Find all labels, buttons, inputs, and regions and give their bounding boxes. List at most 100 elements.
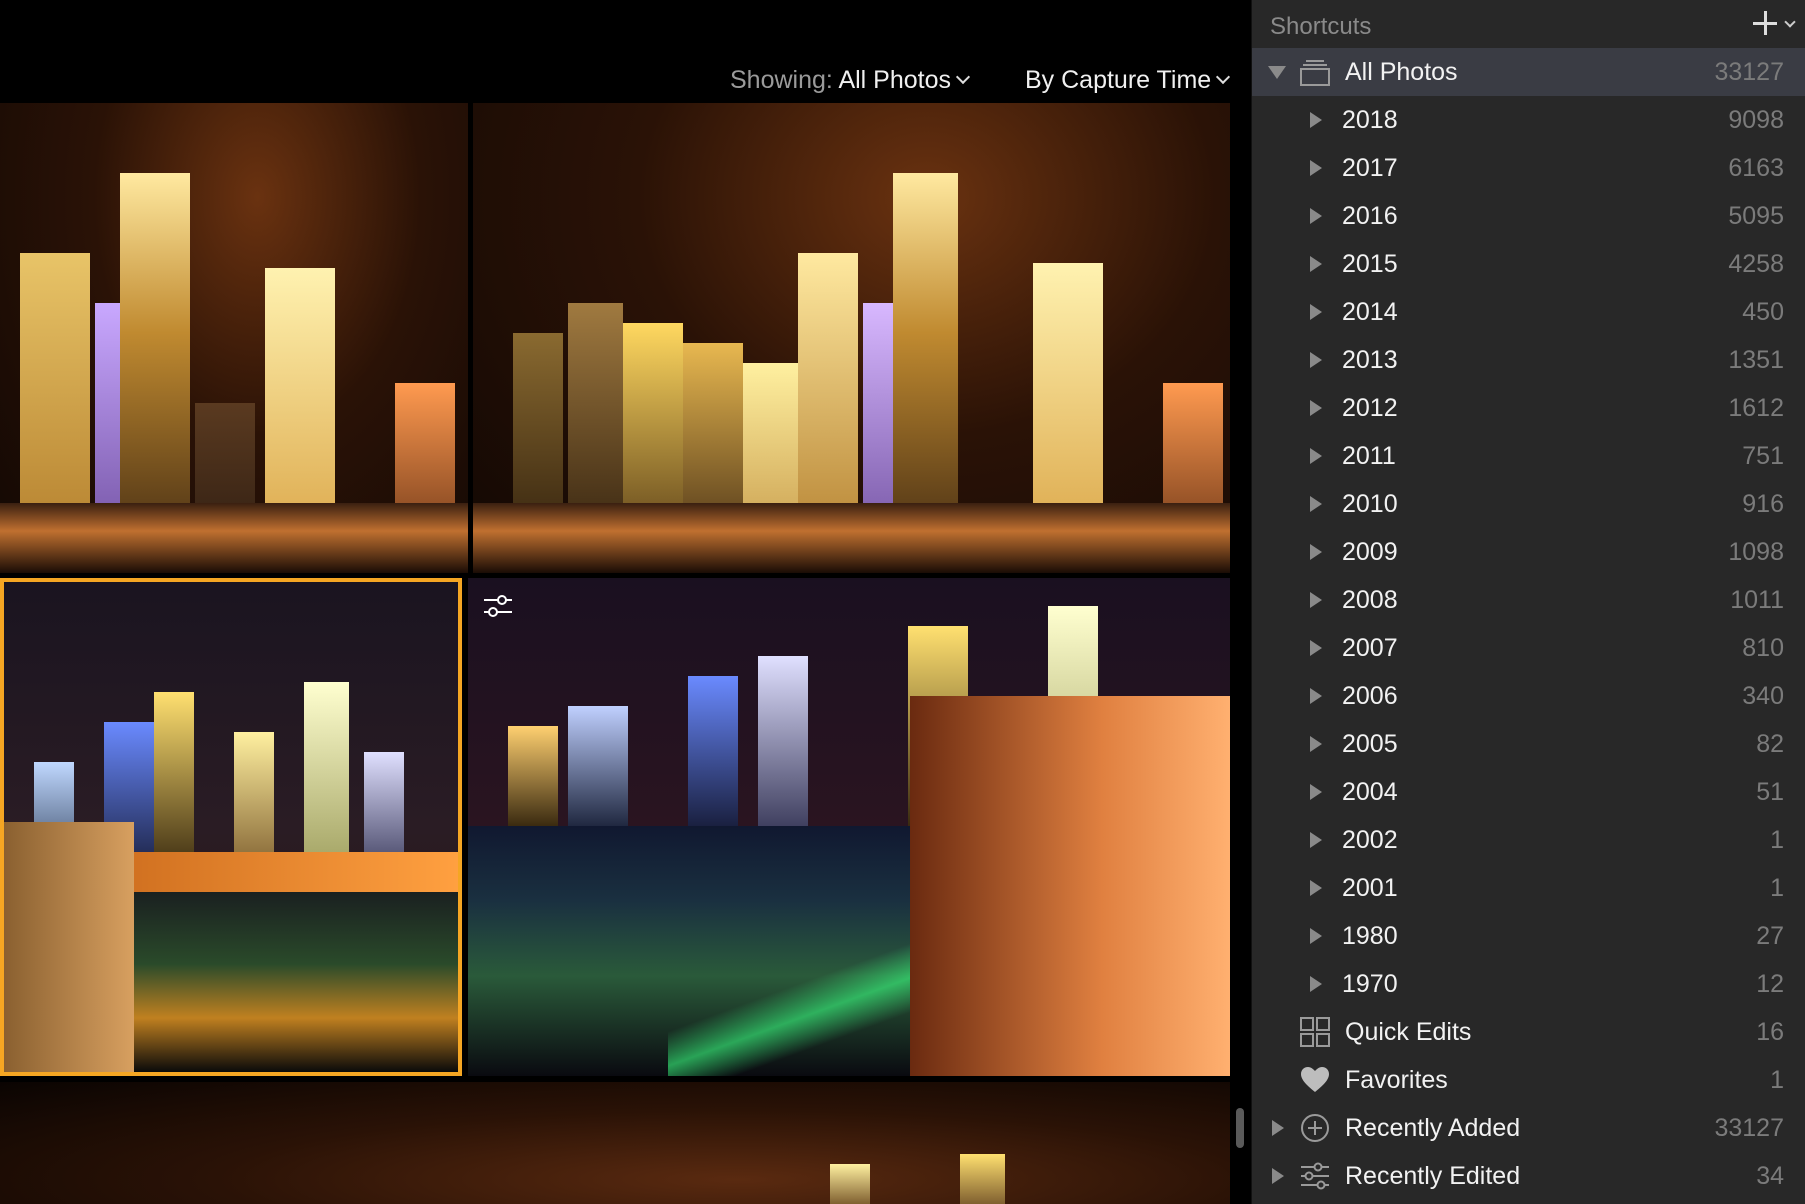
sidebar-item-label: 2017 xyxy=(1342,154,1398,182)
sidebar-item-label: 2005 xyxy=(1342,730,1398,758)
sidebar-item-count: 82 xyxy=(1756,730,1784,758)
sidebar-item-count: 1011 xyxy=(1730,586,1784,614)
sidebar-item-year[interactable]: 2010 916 xyxy=(1252,480,1805,528)
sidebar-item-count: 4258 xyxy=(1728,250,1784,278)
disclosure-triangle-icon[interactable] xyxy=(1310,400,1322,416)
sidebar-item-count: 16 xyxy=(1756,1018,1784,1046)
sidebar-item-count: 5095 xyxy=(1728,202,1784,230)
disclosure-triangle-icon[interactable] xyxy=(1272,1120,1284,1136)
sidebar-item-year[interactable]: 2011 751 xyxy=(1252,432,1805,480)
edited-sliders-icon xyxy=(482,592,514,620)
sidebar-item-year[interactable]: 2008 1011 xyxy=(1252,576,1805,624)
sidebar-item-count: 1351 xyxy=(1728,346,1784,374)
disclosure-triangle-icon[interactable] xyxy=(1310,976,1322,992)
sidebar-item-year[interactable]: 2018 9098 xyxy=(1252,96,1805,144)
disclosure-triangle-icon[interactable] xyxy=(1310,208,1322,224)
sidebar-item-label: 2001 xyxy=(1342,874,1398,902)
disclosure-triangle-icon[interactable] xyxy=(1310,304,1322,320)
sidebar-item-count: 6163 xyxy=(1728,154,1784,182)
disclosure-triangle-icon[interactable] xyxy=(1310,160,1322,176)
sidebar-item-year[interactable]: 2009 1098 xyxy=(1252,528,1805,576)
sidebar-item-year[interactable]: 2016 5095 xyxy=(1252,192,1805,240)
heart-icon xyxy=(1300,1065,1330,1095)
sidebar-item-year[interactable]: 2002 1 xyxy=(1252,816,1805,864)
sliders-icon xyxy=(1300,1161,1330,1191)
chevron-down-icon[interactable] xyxy=(1784,16,1796,28)
sidebar-item-label: Recently Added xyxy=(1345,1114,1521,1142)
sidebar-title: Shortcuts xyxy=(1270,13,1372,40)
sidebar-item-count: 1612 xyxy=(1728,394,1784,422)
disclosure-triangle-icon[interactable] xyxy=(1310,784,1322,800)
sidebar-item-label: Favorites xyxy=(1345,1066,1448,1094)
sidebar-item-year[interactable]: 2006 340 xyxy=(1252,672,1805,720)
sidebar-item-year[interactable]: 2001 1 xyxy=(1252,864,1805,912)
photo-stack-icon xyxy=(1300,57,1330,87)
sidebar-item-label: 2018 xyxy=(1342,106,1398,134)
sort-order-dropdown[interactable]: By Capture Time xyxy=(1025,66,1231,95)
sidebar-item-label: 2009 xyxy=(1342,538,1398,566)
sidebar-item-count: 1 xyxy=(1770,1066,1784,1094)
sidebar-item-count: 340 xyxy=(1742,682,1784,710)
disclosure-triangle-icon[interactable] xyxy=(1310,352,1322,368)
grid-scrollbar[interactable] xyxy=(1236,1108,1244,1148)
sidebar-item-recently-added[interactable]: Recently Added 33127 xyxy=(1252,1104,1805,1152)
sidebar-item-count: 34 xyxy=(1756,1162,1784,1190)
disclosure-triangle-icon[interactable] xyxy=(1310,736,1322,752)
sidebar-item-count: 1098 xyxy=(1728,538,1784,566)
showing-value: All Photos xyxy=(838,66,951,94)
sidebar-item-year[interactable]: 2017 6163 xyxy=(1252,144,1805,192)
sidebar-item-label: 2012 xyxy=(1342,394,1398,422)
chevron-down-icon xyxy=(1216,69,1231,85)
disclosure-triangle-icon[interactable] xyxy=(1268,66,1286,79)
showing-label: Showing: xyxy=(730,66,833,94)
disclosure-triangle-icon[interactable] xyxy=(1310,880,1322,896)
sidebar-item-count: 12 xyxy=(1756,970,1784,998)
photo-thumbnail[interactable] xyxy=(0,1082,1230,1204)
sidebar-item-year[interactable]: 2007 810 xyxy=(1252,624,1805,672)
disclosure-triangle-icon[interactable] xyxy=(1272,1168,1284,1184)
sidebar-item-quick-edits[interactable]: Quick Edits 16 xyxy=(1252,1008,1805,1056)
sidebar-item-year[interactable]: 2013 1351 xyxy=(1252,336,1805,384)
sidebar-item-year[interactable]: 2004 51 xyxy=(1252,768,1805,816)
showing-filter-dropdown[interactable]: Showing: All Photos xyxy=(730,66,971,95)
sidebar-item-year[interactable]: 1970 12 xyxy=(1252,960,1805,1008)
add-shortcut-icon[interactable] xyxy=(1752,10,1778,36)
disclosure-triangle-icon[interactable] xyxy=(1310,688,1322,704)
sidebar-item-label: 1970 xyxy=(1342,970,1398,998)
sidebar-item-label: Recently Edited xyxy=(1345,1162,1521,1190)
sidebar-item-year[interactable]: 2015 4258 xyxy=(1252,240,1805,288)
sidebar-item-count: 810 xyxy=(1742,634,1784,662)
sidebar-item-count: 450 xyxy=(1742,298,1784,326)
sidebar-item-label: 2008 xyxy=(1342,586,1398,614)
sidebar-item-label: 2002 xyxy=(1342,826,1398,854)
disclosure-triangle-icon[interactable] xyxy=(1310,832,1322,848)
disclosure-triangle-icon[interactable] xyxy=(1310,496,1322,512)
sidebar-item-label: 2004 xyxy=(1342,778,1398,806)
sidebar-item-recently-edited[interactable]: Recently Edited 34 xyxy=(1252,1152,1805,1200)
sidebar-item-favorites[interactable]: Favorites 1 xyxy=(1252,1056,1805,1104)
photo-thumbnail[interactable] xyxy=(473,103,1230,573)
sidebar-item-all-photos[interactable]: All Photos 33127 xyxy=(1252,48,1805,96)
sidebar-item-year[interactable]: 1980 27 xyxy=(1252,912,1805,960)
sidebar-item-count: 751 xyxy=(1742,442,1784,470)
sidebar-item-count: 27 xyxy=(1756,922,1784,950)
disclosure-triangle-icon[interactable] xyxy=(1310,448,1322,464)
sidebar-item-label: 2013 xyxy=(1342,346,1398,374)
photo-thumbnail[interactable] xyxy=(468,578,1230,1076)
sidebar-item-year[interactable]: 2014 450 xyxy=(1252,288,1805,336)
disclosure-triangle-icon[interactable] xyxy=(1310,640,1322,656)
disclosure-triangle-icon[interactable] xyxy=(1310,112,1322,128)
sidebar-item-year[interactable]: 2012 1612 xyxy=(1252,384,1805,432)
shortcuts-sidebar: Shortcuts All Photos 33127 2018 9098 2017 6… xyxy=(1251,0,1805,1204)
photo-thumbnail-selected[interactable] xyxy=(0,578,462,1076)
sidebar-item-count: 1 xyxy=(1770,826,1784,854)
disclosure-triangle-icon[interactable] xyxy=(1310,544,1322,560)
disclosure-triangle-icon[interactable] xyxy=(1310,256,1322,272)
sidebar-item-year[interactable]: 2005 82 xyxy=(1252,720,1805,768)
disclosure-triangle-icon[interactable] xyxy=(1310,592,1322,608)
sidebar-item-count: 33127 xyxy=(1714,58,1784,86)
photo-grid: Showing: All Photos By Capture Time xyxy=(0,0,1248,1204)
sidebar-item-label: 2016 xyxy=(1342,202,1398,230)
photo-thumbnail[interactable] xyxy=(0,103,468,573)
disclosure-triangle-icon[interactable] xyxy=(1310,928,1322,944)
